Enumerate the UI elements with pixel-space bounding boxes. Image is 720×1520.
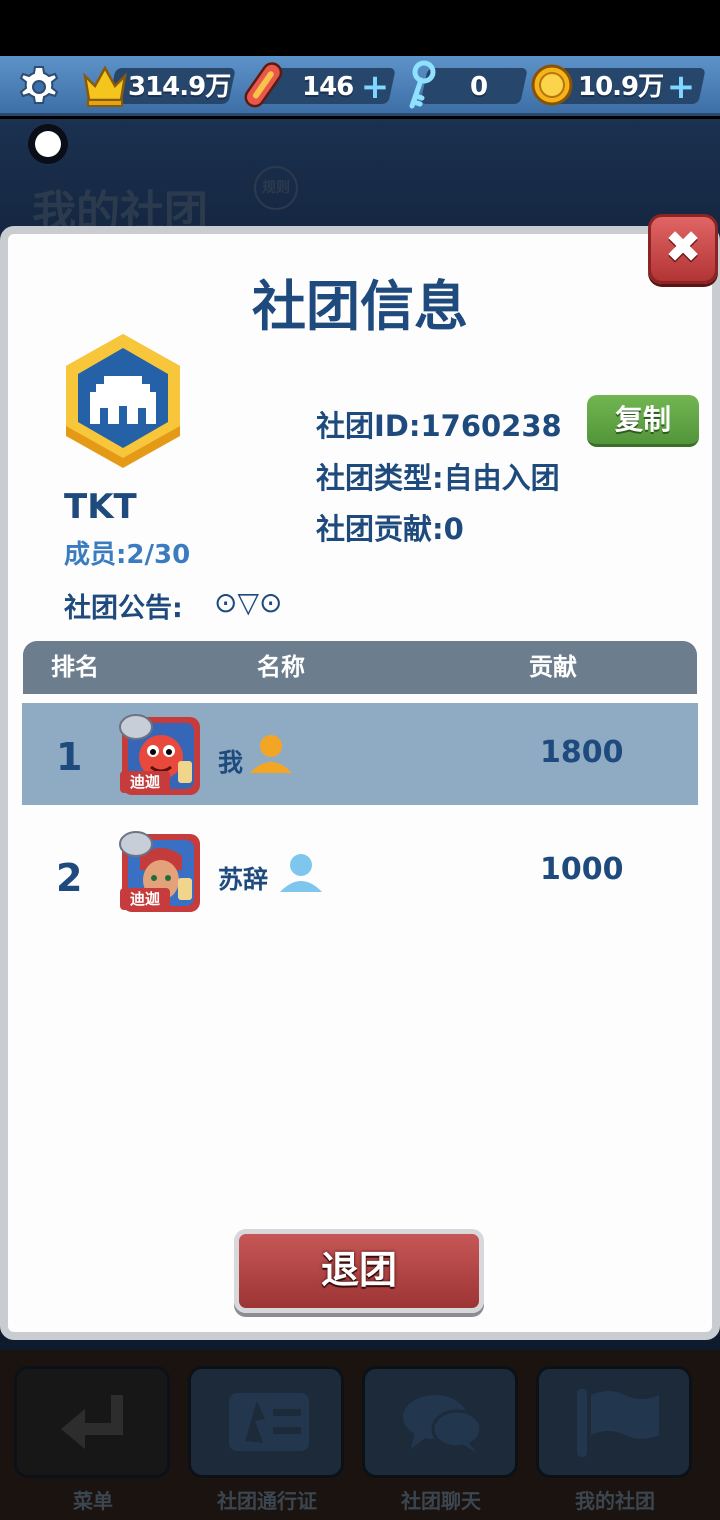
nav-label-pass: 社团通行证 — [217, 1489, 317, 1513]
add-coins-button[interactable]: + — [666, 69, 696, 105]
copy-button[interactable]: 复制 — [587, 395, 699, 447]
nav-label-my-club: 我的社团 — [575, 1489, 655, 1513]
coin-count: 10.9万 — [578, 72, 664, 102]
club-type: 社团类型:自由入团 — [316, 461, 560, 495]
row-player-name: 我 — [218, 748, 244, 777]
avatar-tag: 迪迦 — [120, 771, 170, 793]
nav-label-menu: 菜单 — [73, 1489, 113, 1513]
avatar-tag: 迪迦 — [120, 888, 170, 910]
return-icon — [61, 1395, 123, 1449]
header-name: 名称 — [257, 653, 305, 681]
floating-dot-button[interactable] — [28, 124, 68, 164]
quit-club-button[interactable]: 退团 — [234, 1229, 484, 1313]
add-boards-button[interactable]: + — [360, 69, 390, 105]
leader-icon — [250, 735, 292, 773]
notice-value: ⊙▽⊙ — [214, 586, 283, 619]
crown-count: 314.9万 — [128, 72, 231, 102]
status-bar — [0, 0, 720, 56]
member-icon — [280, 854, 322, 892]
header-contribution: 贡献 — [529, 653, 577, 681]
member-count: 成员:2/30 — [64, 540, 191, 570]
flag-icon — [577, 1389, 659, 1457]
coin-icon — [531, 64, 573, 106]
key-count: 0 — [470, 72, 488, 102]
row-rank: 1 — [56, 735, 83, 779]
menu-button[interactable] — [14, 1366, 170, 1478]
row-contribution: 1000 — [540, 852, 624, 887]
club-id: 社团ID:1760238 — [316, 409, 562, 443]
club-name: TKT — [64, 487, 137, 527]
row-rank: 2 — [56, 856, 83, 900]
table-row[interactable]: 2 迪迦 苏辞 1000 — [22, 820, 698, 922]
club-pass-button[interactable] — [188, 1366, 344, 1478]
notice-label: 社团公告: — [64, 593, 183, 624]
key-icon — [409, 60, 436, 109]
member-table-header: 排名 名称 贡献 — [23, 641, 697, 694]
club-badge-icon — [66, 334, 180, 468]
row-contribution: 1800 — [540, 735, 624, 770]
table-row[interactable]: 1 迪迦 我 1800 — [22, 703, 698, 805]
crown-icon — [83, 65, 127, 107]
club-contribution: 社团贡献:0 — [316, 512, 464, 546]
pass-icon — [229, 1393, 309, 1451]
header-rank: 排名 — [51, 653, 99, 681]
hoverboard-icon — [244, 62, 283, 108]
board-count: 146 — [302, 72, 354, 102]
chat-icon — [403, 1395, 483, 1453]
nav-label-chat: 社团聊天 — [401, 1489, 481, 1513]
currency-bar: 314.9万 146 + 0 10.9万 + — [0, 56, 720, 116]
club-chat-button[interactable] — [362, 1366, 518, 1478]
rules-button: 规则 — [254, 166, 298, 210]
my-club-button[interactable] — [536, 1366, 692, 1478]
gear-icon[interactable] — [14, 62, 64, 112]
row-player-name: 苏辞 — [218, 865, 269, 894]
